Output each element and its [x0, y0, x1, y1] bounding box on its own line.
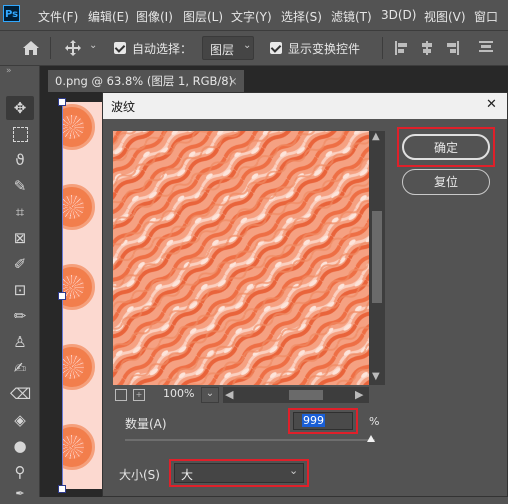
quick-select-tool-icon[interactable]: ✎ [10, 176, 30, 196]
orange-slice-image [63, 264, 95, 310]
divider [382, 37, 383, 59]
size-label: 大小(S) [119, 468, 160, 482]
document-canvas[interactable] [62, 102, 103, 489]
chevron-down-icon: ⌄ [289, 464, 299, 477]
scroll-left-icon[interactable]: ◀ [225, 388, 233, 401]
scroll-thumb[interactable] [372, 211, 382, 303]
menu-layer[interactable]: 图层(L) [183, 8, 223, 25]
size-value: 大 [181, 468, 194, 482]
orange-slice-image [63, 184, 95, 230]
stamp-tool-icon[interactable]: ♙ [10, 332, 30, 352]
scroll-down-icon[interactable]: ▼ [372, 371, 380, 382]
zoom-out-icon[interactable] [115, 389, 127, 401]
divider [50, 37, 51, 59]
align-center-icon[interactable] [420, 40, 434, 56]
orange-slice-image [63, 424, 95, 470]
menu-type[interactable]: 文字(Y) [231, 8, 272, 25]
brush-tool-icon[interactable]: ✏ [10, 306, 30, 326]
menu-3d[interactable]: 3D(D) [381, 8, 416, 22]
menu-edit[interactable]: 编辑(E) [88, 8, 129, 25]
auto-select-checkbox[interactable] [114, 42, 126, 54]
zoom-in-icon[interactable]: + [133, 389, 145, 401]
amount-slider-thumb[interactable] [367, 435, 375, 442]
pen-tool-icon[interactable]: ✒ [10, 484, 30, 504]
crop-tool-icon[interactable]: ⌗ [10, 202, 30, 222]
history-brush-tool-icon[interactable]: ✍ [10, 358, 30, 378]
menu-filter[interactable]: 滤镜(T) [331, 8, 372, 25]
eraser-tool-icon[interactable]: ⌫ [10, 384, 31, 404]
preview-vertical-scrollbar[interactable]: ▲ ▼ [369, 131, 385, 385]
amount-slider-track[interactable] [125, 439, 375, 441]
scroll-thumb[interactable] [289, 390, 323, 400]
options-bar: ⌄ 自动选择： 图层 ⌄ 显示变换控件 [0, 30, 508, 66]
transform-handle[interactable] [58, 98, 66, 106]
zoom-level: 100% [163, 387, 195, 400]
transform-handle[interactable] [58, 485, 66, 493]
orange-slice-image [63, 344, 95, 390]
reset-button[interactable]: 复位 [402, 169, 490, 195]
amount-input[interactable]: 999 [293, 412, 353, 430]
dialog-title-bar: 波纹 ✕ [103, 93, 507, 119]
amount-label: 数量(A) [125, 417, 167, 431]
chevron-down-icon[interactable]: ⌄ [89, 40, 97, 51]
marquee-tool-icon[interactable] [10, 124, 30, 144]
align-top-icon[interactable] [478, 40, 494, 56]
photoshop-logo: Ps [3, 5, 20, 22]
auto-select-label: 自动选择： [132, 42, 193, 56]
paint-bucket-tool-icon[interactable]: ◈ [10, 410, 30, 430]
zoom-dropdown-icon[interactable]: ⌄ [201, 387, 219, 403]
dialog-title: 波纹 [111, 100, 136, 114]
move-tool-icon[interactable] [64, 39, 82, 57]
move-tool-icon[interactable]: ✥ [10, 98, 30, 118]
blur-tool-icon[interactable]: ● [10, 436, 30, 456]
menu-window[interactable]: 窗口 [474, 8, 498, 25]
align-left-icon[interactable] [394, 40, 408, 56]
filter-preview[interactable] [113, 131, 369, 385]
menu-image[interactable]: 图像(I) [136, 8, 173, 25]
auto-select-dropdown[interactable]: 图层 ⌄ [202, 36, 254, 60]
preview-horizontal-scrollbar[interactable]: ◀ ▶ [223, 387, 369, 403]
transform-handle[interactable] [58, 292, 66, 300]
document-tab-title: 0.png @ 63.8% (图层 1, RGB/8) [55, 74, 234, 88]
lasso-tool-icon[interactable]: ϑ [10, 150, 30, 170]
close-icon[interactable]: ✕ [486, 97, 497, 112]
ripple-preview-image [113, 131, 369, 385]
scroll-right-icon[interactable]: ▶ [355, 388, 363, 401]
document-tab[interactable]: 0.png @ 63.8% (图层 1, RGB/8) × [48, 70, 244, 92]
ripple-dialog: 波纹 ✕ ▲ ▼ + 100% ⌄ ◀ ▶ 确定 复位 数量(A) 999 % … [102, 92, 508, 497]
auto-select-value: 图层 [210, 43, 235, 57]
spot-healing-tool-icon[interactable]: ⊡ [10, 280, 30, 300]
size-dropdown[interactable]: 大 ⌄ [174, 463, 304, 483]
eyedropper-tool-icon[interactable]: ✐ [10, 254, 30, 274]
amount-value: 999 [302, 414, 325, 427]
tools-panel: » ✥ ϑ ✎ ⌗ ⊠ ✐ ⊡ ✏ ♙ ✍ ⌫ ◈ ● ⚲ ✒ [0, 66, 40, 500]
menu-bar: Ps 文件(F) 编辑(E) 图像(I) 图层(L) 文字(Y) 选择(S) 滤… [0, 0, 508, 30]
close-icon[interactable]: × [228, 70, 238, 92]
frame-tool-icon[interactable]: ⊠ [10, 228, 30, 248]
dodge-tool-icon[interactable]: ⚲ [10, 462, 30, 482]
show-transform-label: 显示变换控件 [288, 42, 361, 56]
scroll-up-icon[interactable]: ▲ [372, 131, 380, 142]
menu-file[interactable]: 文件(F) [38, 8, 78, 25]
ok-button[interactable]: 确定 [402, 134, 490, 160]
show-transform-checkbox[interactable] [270, 42, 282, 54]
chevron-down-icon: ⌄ [243, 40, 252, 51]
amount-unit: % [369, 415, 380, 428]
menu-select[interactable]: 选择(S) [281, 8, 322, 25]
home-icon[interactable] [22, 40, 40, 56]
align-right-icon[interactable] [446, 40, 460, 56]
collapse-icon[interactable]: » [6, 66, 12, 76]
menu-view[interactable]: 视图(V) [424, 8, 466, 25]
orange-slice-image [63, 104, 95, 150]
